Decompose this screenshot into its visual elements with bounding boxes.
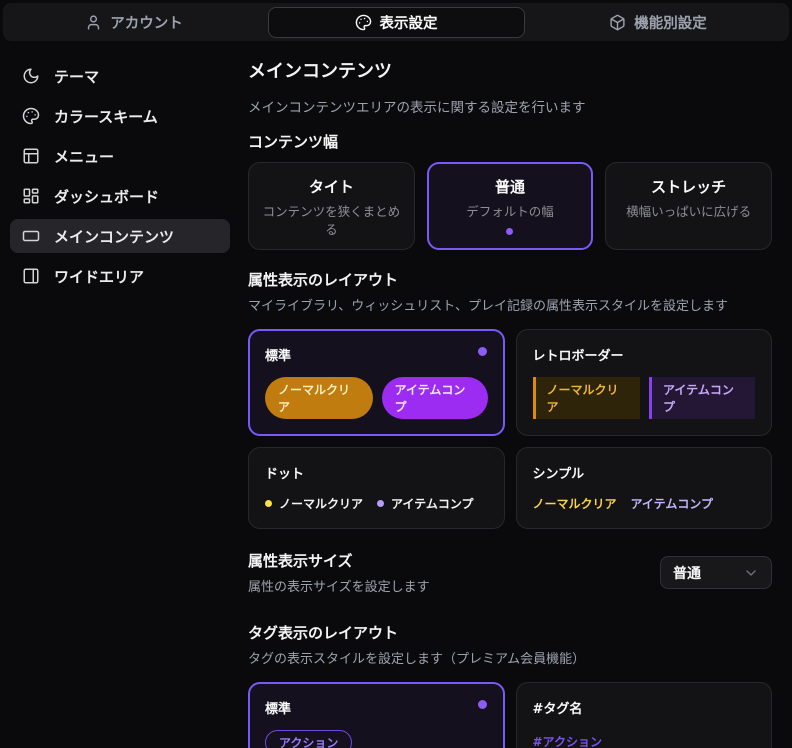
- main-content: メインコンテンツ メインコンテンツエリアの表示に関する設定を行います コンテンツ…: [240, 41, 792, 748]
- attr-card-title: 標準: [265, 345, 488, 364]
- attribute-size-select[interactable]: 普通: [660, 556, 772, 589]
- sidebar-item-label: ワイドエリア: [54, 266, 144, 287]
- body-row: テーマ カラースキーム メニュー ダッシュボード: [0, 41, 792, 748]
- width-option-normal[interactable]: 普通 デフォルトの幅: [427, 162, 594, 250]
- sidebar-item-dashboard[interactable]: ダッシュボード: [10, 179, 230, 213]
- sidebar-item-label: カラースキーム: [54, 106, 158, 127]
- selected-dot-icon: [506, 228, 513, 235]
- badge-normal-clear: ノーマルクリア: [533, 377, 641, 419]
- tab-display-label: 表示設定: [380, 12, 438, 33]
- tag-layout-hashtag[interactable]: #タグ名 #アクション: [516, 682, 773, 748]
- tab-slot-account: アカウント: [3, 6, 265, 39]
- badge-normal-clear: ノーマルクリア: [265, 495, 363, 512]
- rectangle-icon: [22, 227, 40, 245]
- tab-feature-label: 機能別設定: [634, 12, 707, 33]
- sidebar-item-label: メインコンテンツ: [54, 226, 174, 247]
- tag-layout-standard[interactable]: 標準 アクション: [248, 682, 505, 748]
- attribute-size-value: 普通: [673, 563, 701, 583]
- tab-account[interactable]: アカウント: [75, 6, 193, 39]
- tab-display-settings[interactable]: 表示設定: [268, 7, 525, 38]
- width-option-desc: デフォルトの幅: [438, 203, 583, 221]
- attr-layout-standard[interactable]: 標準 ノーマルクリア アイテムコンプ: [248, 329, 505, 436]
- width-option-title: タイト: [259, 176, 404, 197]
- package-icon: [609, 14, 626, 31]
- sidebar-item-label: ダッシュボード: [54, 186, 159, 207]
- tab-slot-feature: 機能別設定: [527, 6, 789, 39]
- content-width-heading: コンテンツ幅: [248, 131, 772, 152]
- tag-layout-options: 標準 アクション #タグ名 #アクション: [248, 682, 772, 748]
- attribute-layout-heading: 属性表示のレイアウト: [248, 269, 772, 290]
- selected-dot-icon: [478, 347, 487, 356]
- width-option-title: ストレッチ: [616, 176, 761, 197]
- palette-icon: [22, 107, 40, 125]
- sidebar-item-label: テーマ: [54, 66, 99, 87]
- sidebar: テーマ カラースキーム メニュー ダッシュボード: [0, 41, 240, 748]
- panels-top-left-icon: [22, 147, 40, 165]
- sidebar-item-main-content[interactable]: メインコンテンツ: [10, 219, 230, 253]
- attr-card-title: レトロボーダー: [533, 345, 756, 364]
- tab-slot-display: 表示設定: [265, 7, 527, 38]
- attribute-size-labels: 属性表示サイズ 属性の表示サイズを設定します: [248, 550, 430, 595]
- attribute-size-row: 属性表示サイズ 属性の表示サイズを設定します 普通: [248, 550, 772, 595]
- sidebar-item-color-scheme[interactable]: カラースキーム: [10, 99, 230, 133]
- attr-layout-simple[interactable]: シンプル ノーマルクリア アイテムコンプ: [516, 447, 773, 529]
- badge-item-complete: アイテムコンプ: [377, 495, 473, 512]
- settings-window: アカウント 表示設定 機能別設定: [0, 3, 792, 748]
- badge-normal-clear: ノーマルクリア: [533, 495, 617, 512]
- tag-card-title: #タグ名: [533, 698, 756, 717]
- sidebar-item-menu[interactable]: メニュー: [10, 139, 230, 173]
- badge-item-complete: アイテムコンプ: [631, 495, 713, 512]
- dashboard-icon: [22, 187, 40, 205]
- attribute-layout-desc: マイライブラリ、ウィッシュリスト、プレイ記録の属性表示スタイルを設定します: [248, 295, 772, 314]
- attr-card-title: シンプル: [533, 463, 756, 482]
- palette-icon: [355, 14, 372, 31]
- sidebar-item-theme[interactable]: テーマ: [10, 59, 230, 93]
- tag-card-title: 標準: [265, 698, 488, 717]
- width-option-stretch[interactable]: ストレッチ 横幅いっぱいに広げる: [605, 162, 772, 250]
- width-option-tight[interactable]: タイト コンテンツを狭くまとめる: [248, 162, 415, 250]
- content-width-options: タイト コンテンツを狭くまとめる 普通 デフォルトの幅 ストレッチ 横幅いっぱい…: [248, 162, 772, 250]
- attribute-size-desc: 属性の表示サイズを設定します: [248, 576, 430, 595]
- badge-normal-clear: ノーマルクリア: [265, 377, 373, 419]
- attr-card-title: ドット: [265, 463, 488, 482]
- yellow-dot-icon: [265, 500, 272, 507]
- tab-feature-settings[interactable]: 機能別設定: [599, 6, 717, 39]
- badge-item-complete: アイテムコンプ: [649, 377, 755, 419]
- badge-item-complete: アイテムコンプ: [382, 377, 488, 419]
- page-title: メインコンテンツ: [248, 57, 772, 83]
- top-tab-bar: アカウント 表示設定 機能別設定: [3, 3, 789, 41]
- tab-account-label: アカウント: [110, 12, 183, 33]
- lavender-dot-icon: [377, 500, 384, 507]
- width-option-title: 普通: [438, 176, 583, 197]
- attr-layout-dot[interactable]: ドット ノーマルクリア アイテムコンプ: [248, 447, 505, 529]
- hashtag-sample: #アクション: [533, 733, 756, 748]
- attr-layout-retro-border[interactable]: レトロボーダー ノーマルクリア アイテムコンプ: [516, 329, 773, 436]
- sidebar-item-label: メニュー: [54, 146, 114, 167]
- chevron-down-icon: [743, 565, 759, 581]
- width-option-desc: コンテンツを狭くまとめる: [259, 203, 404, 239]
- attribute-size-heading: 属性表示サイズ: [248, 550, 430, 571]
- attribute-layout-options: 標準 ノーマルクリア アイテムコンプ レトロボーダー ノーマルクリア アイテムコ…: [248, 329, 772, 529]
- selected-dot-icon: [478, 700, 487, 709]
- page-subtitle: メインコンテンツエリアの表示に関する設定を行います: [248, 96, 772, 116]
- width-option-desc: 横幅いっぱいに広げる: [616, 203, 761, 221]
- tag-layout-desc: タグの表示スタイルを設定します（プレミアム会員機能）: [248, 648, 772, 667]
- badge-action-tag: アクション: [265, 730, 352, 748]
- moon-icon: [22, 67, 40, 85]
- tag-layout-heading: タグ表示のレイアウト: [248, 622, 772, 643]
- sidebar-item-wide-area[interactable]: ワイドエリア: [10, 259, 230, 293]
- user-icon: [85, 14, 102, 31]
- panel-right-icon: [22, 267, 40, 285]
